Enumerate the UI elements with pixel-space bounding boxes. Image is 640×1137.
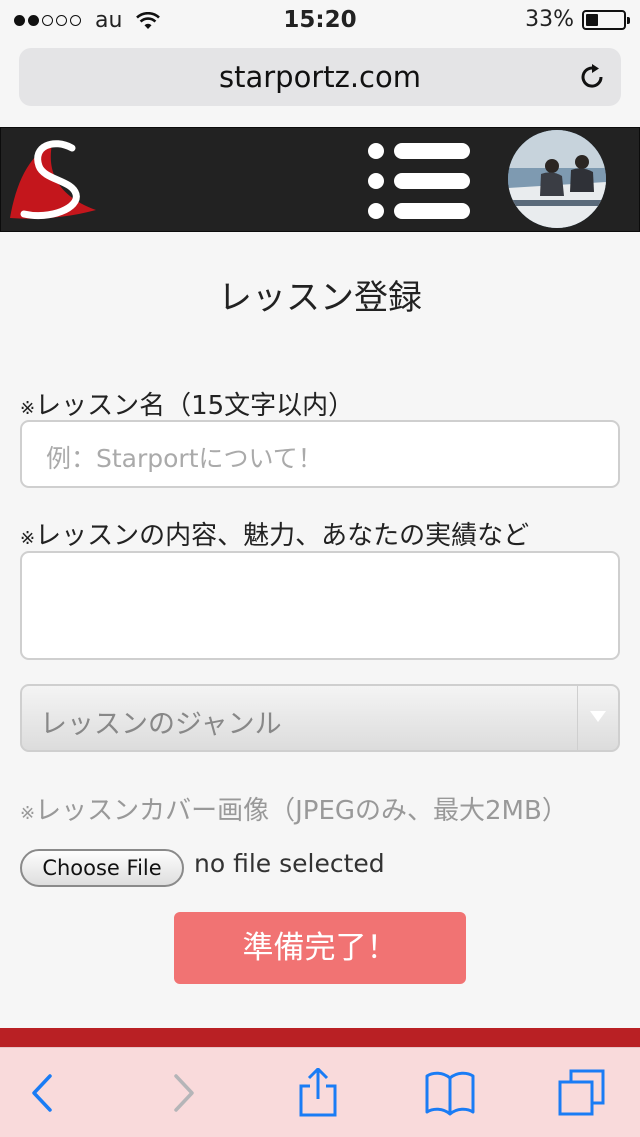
status-bar: au 15:20 33% (0, 0, 640, 40)
forward-icon[interactable] (158, 1068, 208, 1118)
lesson-name-input[interactable]: 例：Starportについて！ (20, 420, 620, 488)
share-icon[interactable] (293, 1068, 343, 1118)
starport-logo-icon[interactable] (6, 136, 96, 222)
battery-icon (582, 9, 630, 30)
battery-percent: 33% (525, 7, 574, 32)
required-mark: ※ (20, 803, 36, 824)
lesson-content-label: ※レッスンの内容、魅力、あなたの実績など (20, 515, 529, 552)
choose-file-button[interactable]: Choose File (20, 849, 184, 887)
lesson-name-label-text: レッスン名（15文字以内） (35, 391, 355, 421)
address-bar[interactable]: starportz.com (19, 48, 621, 106)
back-icon[interactable] (18, 1068, 68, 1118)
file-status: no file selected (194, 849, 385, 878)
required-mark: ※ (20, 528, 36, 549)
reload-icon[interactable] (577, 62, 607, 92)
user-avatar[interactable] (508, 130, 606, 228)
chevron-down-icon (590, 711, 606, 722)
hamburger-menu-icon[interactable] (368, 142, 472, 220)
lesson-name-label: ※レッスン名（15文字以内） (20, 385, 354, 422)
genre-select[interactable]: レッスンのジャンル (20, 684, 620, 752)
submit-button[interactable]: 準備完了！ (174, 912, 466, 984)
browser-toolbar (0, 1047, 640, 1137)
genre-selected-value: レッスンのジャンル (40, 709, 282, 740)
tabs-icon[interactable] (557, 1068, 607, 1118)
genre-dropdown-button[interactable] (577, 686, 618, 750)
lesson-content-label-text: レッスンの内容、魅力、あなたの実績など (35, 521, 530, 551)
bookmarks-icon[interactable] (425, 1068, 475, 1118)
url-text: starportz.com (219, 60, 421, 94)
lesson-content-textarea[interactable] (20, 551, 620, 660)
site-header (0, 127, 640, 232)
status-right: 33% (525, 7, 630, 32)
page-title: レッスン登録 (218, 278, 422, 318)
lesson-name-placeholder: 例：Starportについて！ (46, 444, 323, 473)
cover-image-label: ※レッスンカバー画像（JPEGのみ、最大2MB） (20, 790, 568, 827)
required-mark: ※ (20, 398, 36, 419)
cover-image-label-text: レッスンカバー画像（JPEGのみ、最大2MB） (35, 796, 568, 826)
